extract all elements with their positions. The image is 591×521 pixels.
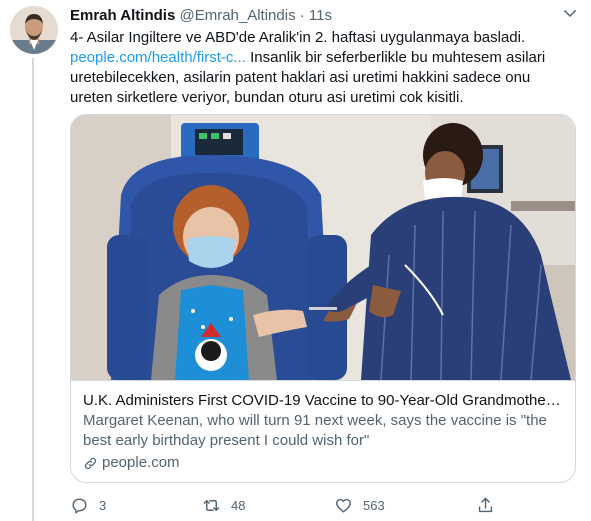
tweet-timestamp[interactable]: 11s <box>309 7 332 24</box>
display-name[interactable]: Emrah Altindis <box>70 7 175 24</box>
card-photo-image <box>71 115 575 380</box>
retweet-icon <box>203 499 220 511</box>
share-icon <box>478 497 493 512</box>
tweet-actions: 3 48 563 <box>70 494 580 516</box>
tweet-text-line1: 4- Asilar Ingiltere ve ABD'de Aralik'in … <box>70 29 526 46</box>
card-domain-text: people.com <box>102 454 180 471</box>
reply-icon <box>72 497 87 513</box>
card-photo[interactable] <box>71 115 575 380</box>
card-description: Margaret Keenan, who will turn 91 next w… <box>83 412 547 449</box>
link-icon <box>84 457 97 469</box>
link-card[interactable]: U.K. Administers First COVID-19 Vaccine … <box>70 114 576 483</box>
card-title: U.K. Administers First COVID-19 Vaccine … <box>83 392 563 409</box>
like-count: 563 <box>363 497 385 513</box>
retweet-button[interactable]: 48 <box>202 494 245 516</box>
avatar-image <box>10 6 58 54</box>
card-domain: people.com <box>83 453 563 473</box>
more-options-icon[interactable] <box>560 4 580 24</box>
retweet-count: 48 <box>231 497 246 513</box>
thread-line <box>32 58 34 521</box>
avatar[interactable] <box>10 6 58 54</box>
tweet-text: 4- Asilar Ingiltere ve ABD'de Aralik'in … <box>70 28 575 108</box>
reply-button[interactable]: 3 <box>70 494 106 516</box>
chevron-down-icon <box>564 10 576 17</box>
share-button[interactable] <box>476 494 495 516</box>
reply-count: 3 <box>99 497 107 513</box>
tweet-header: Emrah Altindis @Emrah_Altindis · 11s <box>70 6 580 26</box>
separator-dot: · <box>299 7 305 24</box>
card-meta[interactable]: U.K. Administers First COVID-19 Vaccine … <box>71 380 575 482</box>
user-handle[interactable]: @Emrah_Altindis <box>179 7 295 24</box>
heart-icon <box>336 498 351 513</box>
like-button[interactable]: 563 <box>334 494 385 516</box>
tweet-link[interactable]: people.com/health/first-c... <box>70 49 246 66</box>
